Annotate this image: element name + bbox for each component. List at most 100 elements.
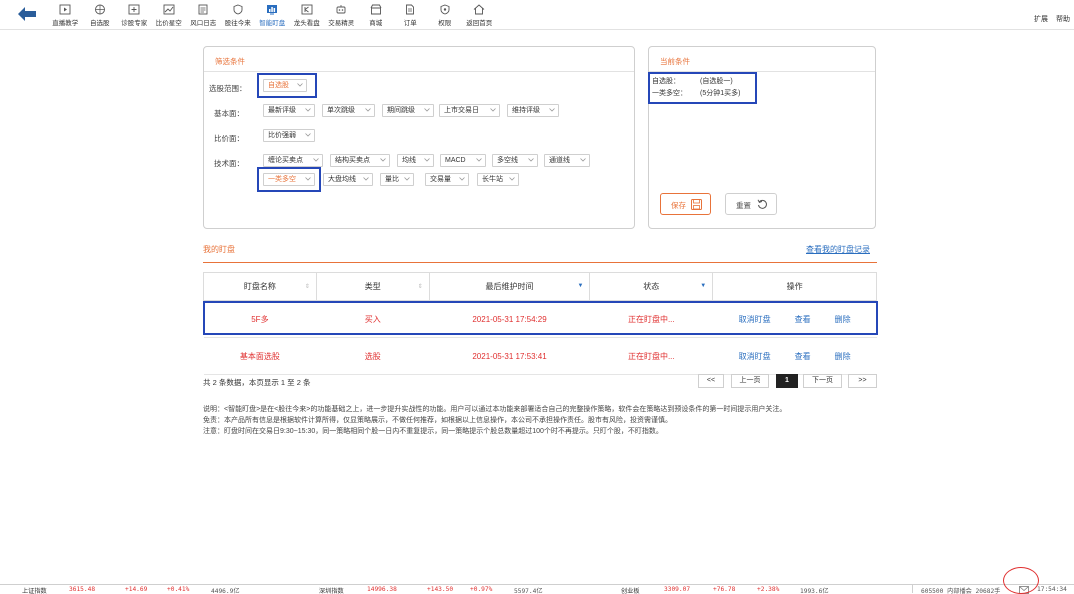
tech-dropdown-volume-ratio[interactable]: 量比 <box>380 173 414 186</box>
order-icon <box>406 4 415 15</box>
nav-shop[interactable]: 商城 <box>359 2 394 30</box>
pager-current[interactable]: 1 <box>776 374 798 388</box>
nav-trade-elf[interactable]: 交易精灵 <box>324 2 359 30</box>
sz-index-name: 深圳指数 <box>319 588 344 594</box>
chevron-down-icon <box>305 108 311 112</box>
chevron-down-icon <box>363 177 369 181</box>
nav-permission[interactable]: 权限 <box>428 2 463 30</box>
cell-time: 2021-05-31 17:53:41 <box>429 337 590 375</box>
annotation-circle <box>1003 567 1039 594</box>
cy-index-amount: 1993.6亿 <box>800 588 829 594</box>
chevron-down-icon <box>424 158 430 162</box>
tech-dropdown-channel-line[interactable]: 通道线 <box>544 154 590 167</box>
current-conditions-highlight <box>648 72 757 104</box>
col-label: 操作 <box>786 282 803 291</box>
pager-last[interactable]: >> <box>848 374 877 388</box>
sh-index-change: +14.69 <box>125 586 148 593</box>
nav-live-teaching[interactable]: 直播教学 <box>48 2 83 30</box>
col-label: 状态 <box>643 282 660 291</box>
cancel-watch-button[interactable]: 取消盯盘 <box>739 351 771 362</box>
nav-watchlist[interactable]: 自选股 <box>83 2 118 30</box>
chevron-down-icon <box>580 158 586 162</box>
dropdown-label: 上市交易日 <box>444 107 479 114</box>
cy-index-pct: +2.38% <box>757 586 780 593</box>
class-one-highlight <box>257 167 321 192</box>
chevron-down-icon <box>305 133 311 137</box>
cy-index-change: +76.78 <box>713 586 736 593</box>
nav-label: 诊股专家 <box>121 20 148 27</box>
delete-button[interactable]: 删除 <box>835 351 851 362</box>
nav-past-present[interactable]: 股往今来 <box>221 2 256 30</box>
stock-doctor-icon <box>128 4 140 15</box>
play-icon <box>59 4 71 15</box>
sh-index-pct: +0.41% <box>167 586 190 593</box>
col-header-name[interactable]: 盯盘名称 ⇕ <box>203 272 317 301</box>
sh-index-value: 3615.48 <box>69 586 96 593</box>
nav-label: 比价星空 <box>155 20 182 27</box>
view-button[interactable]: 查看 <box>795 351 811 362</box>
fundamental-dropdown-rating[interactable]: 最新评级 <box>263 104 315 117</box>
chevron-down-icon <box>313 158 319 162</box>
sh-index-amount: 4496.9亿 <box>211 588 240 594</box>
nav-label: 龙头看盘 <box>293 20 320 27</box>
col-label: 盯盘名称 <box>243 282 276 291</box>
chevron-down-icon <box>490 108 496 112</box>
tech-dropdown-long-bull[interactable]: 长牛站 <box>477 173 519 186</box>
extend-button[interactable]: 扩展 <box>1034 14 1048 24</box>
cell-name: 基本面选股 <box>203 337 317 375</box>
top-toolbar: 直播教学 自选股 诊股专家 比价星空 风口日志 股往今来 智能盯盘 龙头看盘 交… <box>0 0 1074 30</box>
divider <box>204 71 634 72</box>
tech-dropdown-chan-point[interactable]: 缠论买卖点 <box>263 154 323 167</box>
fundamental-dropdown-period-jump[interactable]: 期间跳级 <box>382 104 434 117</box>
dropdown-label: 大盘均线 <box>328 176 356 183</box>
save-label: 保存 <box>671 201 686 210</box>
reset-button[interactable]: 重置 <box>725 193 777 215</box>
tech-dropdown-long-short-line[interactable]: 多空线 <box>492 154 538 167</box>
nav-leader-watch[interactable]: 龙头看盘 <box>290 2 325 30</box>
col-label: 类型 <box>364 282 381 291</box>
view-history-link[interactable]: 查看我的盯盘记录 <box>806 244 870 255</box>
table-row[interactable]: 基本面选股 选股 2021-05-31 17:53:41 正在盯盘中... 取消… <box>203 337 877 375</box>
sz-index-pct: +0.97% <box>470 586 493 593</box>
tech-dropdown-structure-point[interactable]: 结构买卖点 <box>330 154 390 167</box>
reset-label: 重置 <box>736 201 751 210</box>
back-arrow-icon[interactable] <box>18 7 36 21</box>
fundamental-dropdown-single-jump[interactable]: 单次跳级 <box>322 104 375 117</box>
cell-ops: 取消盯盘 查看 删除 <box>712 337 877 375</box>
nav-label: 商城 <box>369 20 383 27</box>
dropdown-label: 缠论买卖点 <box>268 157 303 164</box>
tech-dropdown-trade-volume[interactable]: 交易量 <box>425 173 469 186</box>
dropdown-label: 均线 <box>402 157 416 164</box>
nav-wind-log[interactable]: 风口日志 <box>186 2 221 30</box>
nav-label: 智能盯盘 <box>259 20 286 27</box>
tech-dropdown-macd[interactable]: MACD <box>440 154 486 167</box>
permission-icon <box>440 4 450 15</box>
tech-dropdown-market-ma[interactable]: 大盘均线 <box>323 173 373 186</box>
nav-smart-watch[interactable]: 智能盯盘 <box>255 2 290 30</box>
dropdown-label: 长牛站 <box>482 176 503 183</box>
my-watch-title: 我的盯盘 <box>203 245 235 254</box>
nav-home[interactable]: 返回首页 <box>462 2 497 30</box>
col-header-time[interactable]: 最后维护时间 ▼ <box>428 272 591 301</box>
help-button[interactable]: 帮助 <box>1056 14 1070 24</box>
fundamental-dropdown-trade-days[interactable]: 上市交易日 <box>439 104 500 117</box>
nav-label: 股往今来 <box>224 20 251 27</box>
pager-next[interactable]: 下一页 <box>803 374 842 388</box>
scope-label: 选股范围： <box>209 84 247 93</box>
nav-order[interactable]: 订单 <box>393 2 428 30</box>
fundamental-dropdown-keep-rating[interactable]: 维持评级 <box>507 104 559 117</box>
sh-index-name: 上证指数 <box>22 588 47 594</box>
pager-first[interactable]: << <box>698 374 724 388</box>
price-dropdown-strength[interactable]: 比价强弱 <box>263 129 315 142</box>
nav-price-star[interactable]: 比价星空 <box>152 2 187 30</box>
cell-status: 正在盯盘中... <box>589 337 713 375</box>
col-header-status[interactable]: 状态 ▼ <box>589 272 714 301</box>
shop-icon <box>370 4 382 15</box>
pager-prev[interactable]: 上一页 <box>731 374 769 388</box>
nav-label: 交易精灵 <box>328 20 355 27</box>
sz-index-change: +143.50 <box>427 586 454 593</box>
col-header-type[interactable]: 类型 ⇕ <box>315 272 430 301</box>
nav-stock-doctor[interactable]: 诊股专家 <box>117 2 152 30</box>
tech-dropdown-ma[interactable]: 均线 <box>397 154 434 167</box>
save-button[interactable]: 保存 <box>660 193 711 215</box>
